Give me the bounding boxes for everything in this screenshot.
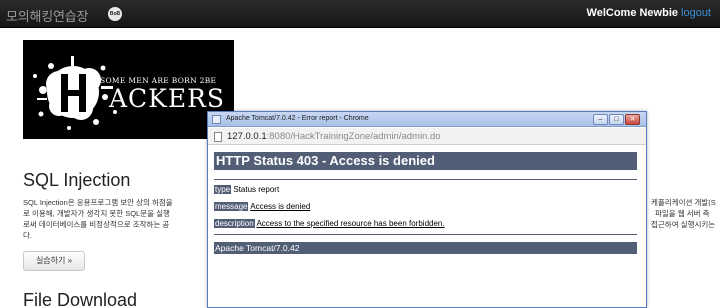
top-navbar: 모의해킹연습장 BoB WelCome Newbie logout (0, 0, 720, 28)
desc-line-right: 케플리케이션 개발(S (651, 198, 716, 207)
desc-line: 로 이용해, 개발자가 생각지 못한 SQL문을 실행 (23, 209, 170, 218)
address-bar[interactable]: 127.0.0.1:8080/HackTrainingZone/admin/ad… (208, 128, 646, 145)
error-heading: HTTP Status 403 - Access is denied (214, 152, 637, 170)
error-value: Status report (233, 185, 280, 194)
desc-line: 다. (23, 231, 32, 240)
server-footer: Apache Tomcat/7.0.42 (214, 242, 637, 254)
user-greeting: WelCome Newbie logout (587, 7, 711, 19)
address-url[interactable]: 127.0.0.1:8080/HackTrainingZone/admin/ad… (227, 131, 441, 142)
error-value: Access to the specified resource has bee… (256, 219, 445, 228)
error-label: type (214, 185, 232, 194)
error-row-type: type Status report (214, 185, 279, 194)
divider (214, 179, 637, 180)
error-page: HTTP Status 403 - Access is denied type … (208, 146, 646, 307)
document-icon (214, 132, 222, 142)
desc-line: SQL Injection은 응용프로그램 보안 상의 허점을 (23, 198, 173, 207)
sql-injection-title: SQL Injection (23, 170, 131, 190)
desc-line-right: 파일을 웹 서버 측 (655, 209, 710, 218)
file-download-title: File Download (23, 290, 138, 308)
practice-button[interactable]: 실습하기 » (23, 251, 85, 271)
error-label: message (214, 202, 249, 211)
page-window-icon (212, 115, 221, 124)
hackers-logo: SOME MEN ARE BORN 2BE ACKERS (23, 40, 234, 139)
popup-titlebar[interactable]: Apache Tomcat/7.0.42 - Error report - Ch… (208, 112, 646, 127)
error-row-description: description Access to the specified reso… (214, 219, 445, 228)
brand-title[interactable]: 모의해킹연습장 (6, 6, 89, 25)
error-row-message: message Access is denied (214, 202, 310, 211)
popup-window-title: Apache Tomcat/7.0.42 - Error report - Ch… (226, 115, 369, 122)
error-value: Access is denied (250, 202, 311, 211)
divider (214, 234, 637, 235)
minimize-button[interactable]: – (593, 114, 608, 125)
maximize-button[interactable]: □ (609, 114, 624, 125)
error-label: description (214, 219, 255, 228)
chrome-popup-window: Apache Tomcat/7.0.42 - Error report - Ch… (207, 111, 647, 308)
logout-link[interactable]: logout (681, 7, 711, 19)
logo-wordmark: ACKERS (109, 84, 226, 113)
desc-line: 로써 데이터베이스를 비정상적으로 조작하는 공 (23, 220, 170, 229)
close-button[interactable]: ✕ (625, 114, 640, 125)
brand-badge-icon: BoB (108, 7, 122, 21)
url-path: :8080/HackTrainingZone/admin/admin.do (266, 131, 441, 142)
welcome-text: WelCome Newbie (586, 7, 679, 19)
desc-line-right: 접근하여 실행시키는 (651, 220, 716, 229)
url-host: 127.0.0.1 (227, 131, 267, 142)
